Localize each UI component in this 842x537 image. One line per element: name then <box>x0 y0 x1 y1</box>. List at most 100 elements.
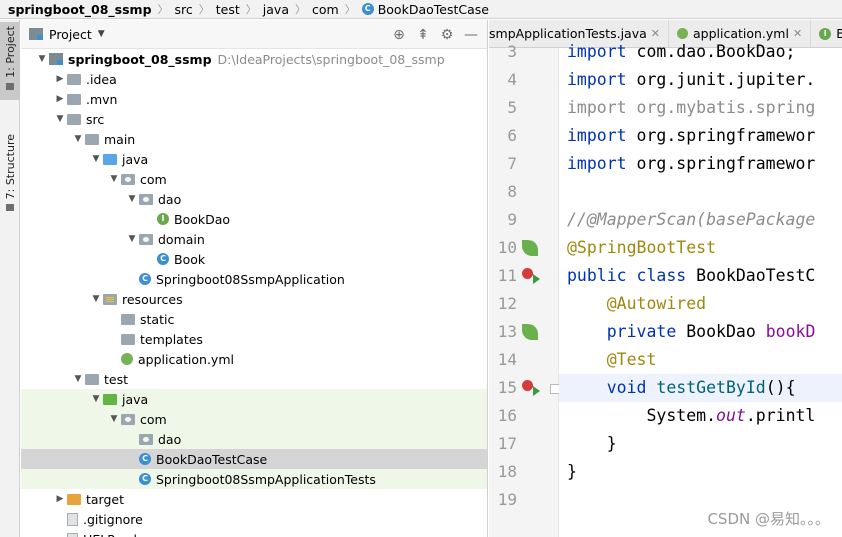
structure-tool-icon <box>6 204 14 212</box>
chevron-down-icon[interactable]: ▼ <box>89 394 103 404</box>
tree-item[interactable]: ▼ resources <box>21 289 487 309</box>
tree-item-label: java <box>122 391 149 407</box>
tree-item[interactable]: ▼ dao <box>21 189 487 209</box>
editor-tab[interactable]: I Boo <box>811 20 842 47</box>
tree-item[interactable]: ▶ .mvn <box>21 89 487 109</box>
tree-item-icon-wrap: C <box>139 453 151 465</box>
tree-item[interactable]: · application.yml <box>21 349 487 369</box>
tree-item-icon-wrap <box>85 373 99 385</box>
spring-bean-icon[interactable] <box>522 324 538 340</box>
chevron-right-icon[interactable]: ▶ <box>53 74 67 84</box>
tree-item[interactable]: ▶ target <box>21 489 487 509</box>
line-number: 9 <box>507 210 517 229</box>
tree-item[interactable]: · dao <box>21 429 487 449</box>
tree-item[interactable]: ▶ .idea <box>21 69 487 89</box>
chevron-down-icon[interactable]: ▼ <box>53 114 67 124</box>
gear-icon[interactable]: ⚙ <box>435 27 459 43</box>
tree-item-label: application.yml <box>138 351 234 367</box>
tree-item[interactable]: ·C Springboot08SsmpApplicationTests <box>21 469 487 489</box>
line-number: 15 <box>497 378 517 397</box>
project-tool-icon <box>6 82 14 90</box>
tree-item[interactable]: ▼ java <box>21 389 487 409</box>
chevron-down-icon[interactable]: ▼ <box>125 234 139 244</box>
breadcrumb-item[interactable]: java <box>263 2 289 17</box>
tree-item-label: BookDaoTestCase <box>156 451 268 467</box>
tree-item[interactable]: ·HELP.md <box>21 529 487 537</box>
tree-item[interactable]: ▼ com <box>21 409 487 429</box>
line-number: 18 <box>497 462 517 481</box>
tree-item-icon-wrap: C <box>139 473 151 485</box>
project-panel-title[interactable]: Project <box>49 27 92 42</box>
package-icon <box>139 233 153 245</box>
code-token: void <box>606 378 657 397</box>
tree-item[interactable]: ▼ springboot_08_ssmp D:\IdeaProjects\sprin… <box>21 49 487 69</box>
structure-tool-button[interactable]: 7: Structure <box>0 128 20 218</box>
code-line: private BookDao bookD <box>567 318 816 346</box>
tree-item-icon-wrap <box>121 173 135 185</box>
chevron-down-icon[interactable]: ▼ <box>98 29 105 39</box>
code-token: org.springframewor <box>636 154 816 173</box>
tree-item[interactable]: ▼ test <box>21 369 487 389</box>
tree-item[interactable]: · templates <box>21 329 487 349</box>
chevron-down-icon[interactable]: ▼ <box>35 54 49 64</box>
chevron-down-icon[interactable]: ▼ <box>71 374 85 384</box>
tree-item[interactable]: ·I BookDao <box>21 209 487 229</box>
spring-bean-icon[interactable] <box>522 240 538 256</box>
chevron-down-icon[interactable]: ▼ <box>125 194 139 204</box>
class-icon: C <box>139 453 151 465</box>
chevron-down-icon[interactable]: ▼ <box>71 134 85 144</box>
code-line: public class BookDaoTestC <box>567 262 815 290</box>
code-token: } <box>567 434 617 453</box>
play-icon[interactable] <box>533 386 540 396</box>
project-panel-header: Project ▼ ⊕ ⇞ ⚙ — <box>21 20 487 49</box>
tree-item-label: java <box>122 151 149 167</box>
tree-item[interactable]: ▼ java <box>21 149 487 169</box>
minimize-icon[interactable]: — <box>459 27 483 43</box>
code-area[interactable]: import com.dao.BookDao; import org.junit.… <box>559 42 842 537</box>
tree-item[interactable]: ▼ com <box>21 169 487 189</box>
line-number: 7 <box>507 154 517 173</box>
collapse-icon[interactable]: ⇞ <box>411 27 435 43</box>
chevron-down-icon[interactable]: ▼ <box>107 174 121 184</box>
breadcrumb-current[interactable]: BookDaoTestCase <box>378 2 489 17</box>
breadcrumb-item[interactable]: test <box>216 2 240 17</box>
chevron-down-icon[interactable]: ▼ <box>89 154 103 164</box>
play-icon[interactable] <box>533 274 540 284</box>
tree-item-icon-wrap <box>139 233 153 245</box>
code-token: System. <box>567 406 717 425</box>
chevron-right-icon[interactable]: ▶ <box>53 94 67 104</box>
tree-item[interactable]: · static <box>21 309 487 329</box>
file-icon <box>67 512 78 526</box>
package-icon <box>139 433 153 445</box>
tree-item[interactable]: ·C Springboot08SsmpApplication <box>21 269 487 289</box>
code-token: import <box>567 154 637 173</box>
tree-item-icon-wrap <box>67 493 81 505</box>
target-icon[interactable]: ⊕ <box>387 27 411 43</box>
chevron-down-icon[interactable]: ▼ <box>89 294 103 304</box>
code-token: //@MapperScan(basePackage <box>567 210 816 229</box>
tree-item[interactable]: ▼ main <box>21 129 487 149</box>
tree-item[interactable]: ▼ src <box>21 109 487 129</box>
line-number: 14 <box>497 350 517 369</box>
class-icon: C <box>139 473 151 485</box>
breadcrumb-item[interactable]: src <box>175 2 193 17</box>
code-line: import org.springframewor <box>567 122 815 150</box>
tree-item[interactable]: · .gitignore <box>21 509 487 529</box>
chevron-right-icon[interactable]: ▶ <box>53 494 67 504</box>
tree-item-icon-wrap <box>139 193 153 205</box>
tree-item-label: target <box>86 491 125 507</box>
chevron-down-icon[interactable]: ▼ <box>107 414 121 424</box>
line-number: 19 <box>497 490 517 509</box>
project-tool-button[interactable]: 1: Project <box>0 22 20 100</box>
tree-item[interactable]: ·C BookDaoTestCase <box>21 449 487 469</box>
package-icon <box>121 413 135 425</box>
tree-item-label: Book <box>174 251 206 267</box>
run-test-icon[interactable] <box>522 268 533 279</box>
run-test-icon[interactable] <box>522 380 533 391</box>
breadcrumb-item[interactable]: com <box>312 2 339 17</box>
tree-item[interactable]: ·C Book <box>21 249 487 269</box>
breadcrumb-item[interactable]: springboot_08_ssmp <box>8 2 152 17</box>
excluded-folder-icon <box>67 493 81 505</box>
tree-item[interactable]: ▼ domain <box>21 229 487 249</box>
tree-item-label: Springboot08SsmpApplicationTests <box>156 471 376 487</box>
